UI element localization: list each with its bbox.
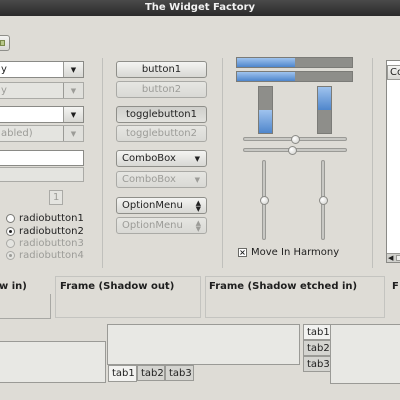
optionmenu-label: OptionMenu [122,200,183,211]
togglebutton2: togglebutton2 [116,125,207,142]
tab-label: tab3 [169,367,192,379]
button1-label: button1 [141,64,182,75]
toolbar-button-icon [0,40,5,46]
updown-icon: ▲ ▼ [195,218,201,233]
frame-1 [0,294,51,319]
progress-bar-vertical-1 [258,86,273,134]
frame-2 [55,276,201,318]
radio-group: radiobutton1 radiobutton2 radiobutton3 r… [6,212,96,261]
combobox-entry[interactable]: ▼ [0,106,84,123]
tab-label: tab2 [307,342,330,354]
radio-row-4: radiobutton4 [6,249,96,261]
tab-bottom-3[interactable]: tab3 [165,365,194,381]
frame-4-title: F [392,281,399,292]
optionmenu-disabled-label: OptionMenu [122,220,183,231]
button2-label: button2 [141,84,182,95]
column-separator [102,58,103,268]
spin-value: 1 [53,192,60,203]
combobox-disabled: y ▼ [0,82,84,99]
progress-fill [318,87,331,110]
vslider-1-knob[interactable] [260,195,269,205]
optionmenu-disabled: OptionMenu ▲ ▼ [116,217,207,234]
radio-indicator[interactable] [6,213,15,223]
notebook-right-panel [330,324,400,384]
combobox-button-label: ComboBox [122,153,176,164]
toolbar-button[interactable] [0,35,10,51]
tab-label: tab3 [307,358,330,370]
combobox-disabled-text: y [1,85,7,96]
radio-row-2[interactable]: radiobutton2 [6,225,96,237]
column-separator [222,58,223,268]
frame-1-title: w in) [0,281,27,292]
button1[interactable]: button1 [116,61,207,78]
text-entry[interactable] [0,150,84,166]
frame-1-label: w in) [0,281,27,292]
tree-scrollbar[interactable]: ◀ [387,253,400,262]
scroll-left-icon[interactable]: ◀ [388,254,393,262]
tab-label: tab1 [112,368,135,379]
combobox-button-disabled-label: ComboBox [122,174,176,185]
tree-view[interactable]: Co ◀ [386,60,400,263]
radio-label: radiobutton1 [19,212,84,224]
combobox-entry-disabled: abled) ▼ [0,125,84,142]
radio-row-1[interactable]: radiobutton1 [6,212,96,224]
tab-bottom-1[interactable]: tab1 [108,365,137,382]
spin-button-disabled: 1 [49,190,63,205]
tree-column-header-label: Co [390,67,400,78]
window-title: The Widget Factory [144,2,256,13]
move-in-harmony-toggle[interactable]: × Move In Harmony [238,247,339,258]
radio-label: radiobutton4 [19,249,84,261]
chevron-down-icon[interactable]: ▼ [63,107,83,122]
combobox-button[interactable]: ComboBox ▼ [116,150,207,167]
updown-icon: ▲ ▼ [195,198,201,213]
combobox-active[interactable]: y ▼ [0,61,84,78]
checkbox-indicator[interactable]: × [238,248,247,257]
notebook-bottom-panel [107,324,300,365]
togglebutton1[interactable]: togglebutton1 [116,106,207,123]
chevron-down-icon: ▼ [194,175,200,184]
chevron-down-icon: ▼ [63,126,83,141]
optionmenu[interactable]: OptionMenu ▲ ▼ [116,197,207,214]
scroll-thumb[interactable] [396,255,400,261]
chevron-down-icon: ▼ [63,83,83,98]
progress-fill [237,72,295,81]
combobox-active-text: y [1,64,7,75]
tab-label: tab2 [141,367,164,379]
progress-fill [259,110,272,133]
button2: button2 [116,81,207,98]
tree-column-header[interactable]: Co [387,65,400,80]
column-separator [372,58,373,268]
window-titlebar: The Widget Factory [0,0,400,16]
togglebutton1-label: togglebutton1 [125,109,197,120]
tab-left-1[interactable]: tab1 [303,324,331,340]
vslider-2-knob[interactable] [319,195,328,205]
tab-left-3[interactable]: tab3 [303,356,331,372]
frame-3 [205,276,385,318]
progress-fill [237,58,295,67]
progress-bar-horizontal-2 [236,71,353,82]
frame-4-label: F [392,281,399,292]
radio-label: radiobutton2 [19,225,84,237]
tab-bottom-2[interactable]: tab2 [137,365,165,381]
tab-label: tab1 [307,326,330,338]
hslider-1-knob[interactable] [290,135,300,144]
chevron-down-icon: ▼ [194,154,200,163]
togglebutton2-label: togglebutton2 [125,128,197,139]
progress-bar-horizontal-1 [236,57,353,68]
tab-left-2[interactable]: tab2 [303,340,331,356]
combobox-button-disabled: ComboBox ▼ [116,171,207,188]
radio-label: radiobutton3 [19,237,84,249]
chevron-down-icon[interactable]: ▼ [63,62,83,77]
radio-row-3: radiobutton3 [6,237,96,249]
combobox-entry-disabled-text: abled) [1,128,33,139]
radio-indicator [6,238,15,248]
move-in-harmony-label: Move In Harmony [251,247,340,258]
radio-indicator [6,250,15,260]
notebook-left-panel [0,341,106,383]
text-entry-disabled [0,167,84,182]
progress-bar-vertical-2 [317,86,332,134]
radio-indicator[interactable] [6,226,15,236]
